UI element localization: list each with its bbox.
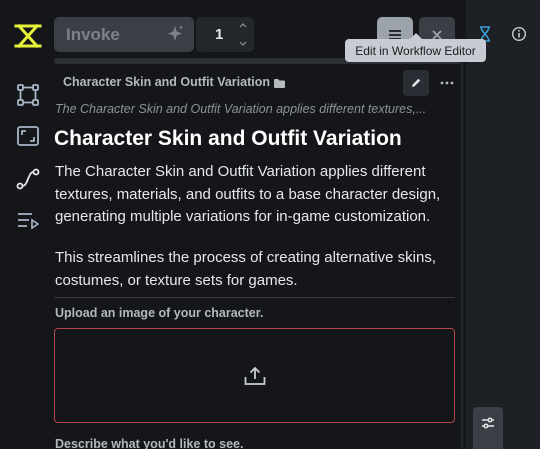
invoke-label: Invoke: [66, 24, 120, 44]
chevron-down-icon: [239, 41, 247, 46]
tooltip: Edit in Workflow Editor: [345, 39, 486, 62]
image-upload-dropzone[interactable]: [54, 328, 455, 423]
app-root: Invoke 1 Character Skin and Outfit Varia…: [0, 0, 540, 449]
workflow-title: Character Skin and Outfit Variation: [54, 127, 402, 150]
sliders-icon: [482, 417, 494, 429]
upload-icon: [244, 366, 265, 385]
invoke-button[interactable]: Invoke: [54, 17, 194, 52]
nodes-icon[interactable]: [12, 79, 44, 111]
sparkle-icon: [168, 25, 184, 48]
divider: [54, 297, 455, 298]
info-icon[interactable]: [511, 26, 527, 47]
logo-icon[interactable]: [12, 20, 44, 52]
canvas-icon[interactable]: [12, 120, 44, 152]
workflow-summary: The Character Skin and Outfit Variation …: [55, 102, 427, 116]
image-field-label: Upload an image of your character.: [55, 306, 264, 320]
prompt-field-label: Describe what you'd like to see.: [55, 437, 244, 449]
iterations-value[interactable]: 1: [215, 26, 223, 43]
folder-icon: [273, 76, 286, 94]
ellipsis-icon: [440, 81, 454, 85]
edit-workflow-button[interactable]: [403, 70, 429, 96]
left-rail: [0, 0, 56, 449]
workflow-name: Character Skin and Outfit Variation: [63, 75, 270, 89]
panel-divider[interactable]: [461, 52, 463, 449]
queue-list-icon[interactable]: [12, 205, 44, 237]
workflow-description-note: This streamlines the process of creating…: [55, 249, 436, 289]
workflow-icon[interactable]: [12, 163, 44, 195]
right-panel: [466, 0, 540, 449]
stepper-arrows[interactable]: [237, 20, 249, 49]
more-options-button[interactable]: [434, 70, 460, 96]
workflow-header: Character Skin and Outfit Variation: [54, 70, 461, 96]
chevron-up-icon: [239, 23, 247, 28]
iterations-stepper[interactable]: 1: [196, 17, 254, 52]
settings-toggle-button[interactable]: [473, 407, 503, 449]
workflow-description: The Character Skin and Outfit Variation …: [55, 163, 441, 225]
pencil-icon: [412, 78, 421, 87]
